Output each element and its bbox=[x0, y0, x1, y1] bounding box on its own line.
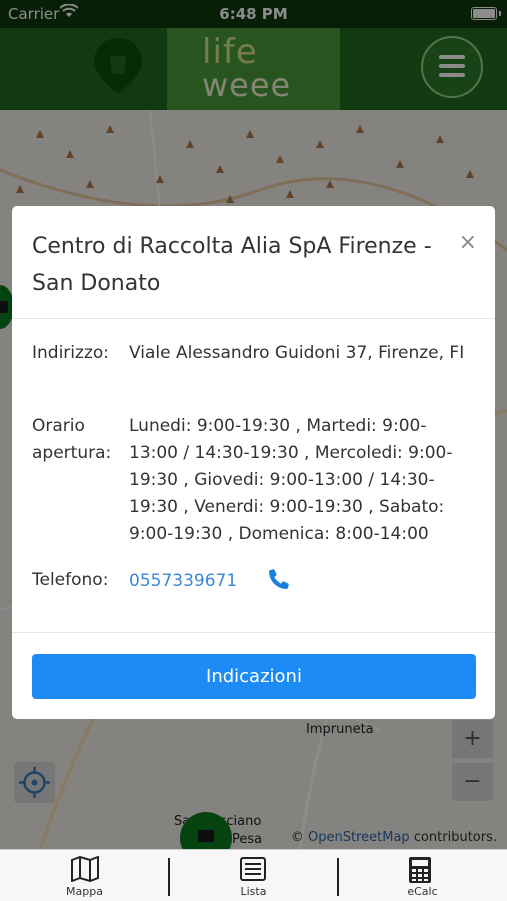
attribution-prefix: © bbox=[290, 830, 304, 845]
map-attribution: © OpenStreetMap contributors. bbox=[291, 830, 497, 845]
status-bar: Carrier 6:48 PM bbox=[0, 0, 507, 28]
battery-tip bbox=[499, 11, 501, 16]
address-label: Indirizzo: bbox=[32, 343, 109, 363]
tab-label: Lista bbox=[240, 885, 267, 898]
crosshair-icon bbox=[19, 767, 50, 798]
place-label-impruneta: Impruneta bbox=[306, 722, 374, 737]
zoom-out-button[interactable]: − bbox=[452, 763, 493, 801]
collection-point-marker[interactable] bbox=[178, 810, 234, 850]
phone-link[interactable]: 0557339671 bbox=[129, 568, 469, 595]
attribution-suffix: contributors. bbox=[413, 830, 497, 845]
map-icon bbox=[71, 856, 99, 882]
hours-label: Orario apertura: bbox=[32, 416, 112, 463]
tab-label: Mappa bbox=[66, 885, 103, 898]
locate-me-button[interactable] bbox=[14, 762, 55, 803]
dialog-title: Centro di Raccolta Alia SpA Firenze - Sa… bbox=[32, 234, 432, 296]
zoom-in-button[interactable]: + bbox=[452, 720, 493, 758]
location-detail-dialog: Centro di Raccolta Alia SpA Firenze - Sa… bbox=[12, 206, 495, 719]
tab-ecalc[interactable]: eCalc bbox=[338, 850, 507, 901]
directions-button[interactable]: Indicazioni bbox=[32, 654, 476, 699]
address-value: Viale Alessandro Guidoni 37, Firenze, FI bbox=[129, 343, 465, 363]
battery-icon bbox=[471, 7, 497, 20]
tab-bar: Mappa Lista eCalc bbox=[0, 849, 507, 901]
app-logo: life weee bbox=[167, 28, 340, 110]
app-header: life weee bbox=[0, 28, 507, 110]
tab-lista[interactable]: Lista bbox=[169, 850, 338, 901]
divider bbox=[12, 318, 495, 319]
clock: 6:48 PM bbox=[219, 5, 288, 23]
logo-text-bottom: weee bbox=[202, 66, 292, 104]
hamburger-icon-bar bbox=[439, 64, 465, 68]
map-pin-icon[interactable] bbox=[92, 36, 144, 96]
menu-button[interactable] bbox=[421, 36, 483, 98]
phone-label: Telefono: bbox=[32, 570, 109, 590]
close-button[interactable]: × bbox=[459, 230, 477, 255]
list-icon bbox=[240, 857, 266, 881]
openstreetmap-link[interactable]: OpenStreetMap bbox=[308, 830, 410, 845]
hamburger-icon-bar bbox=[439, 73, 465, 77]
calculator-icon bbox=[409, 857, 431, 883]
phone-icon[interactable] bbox=[268, 568, 290, 590]
hamburger-icon bbox=[439, 55, 465, 59]
divider bbox=[12, 632, 495, 633]
hours-value: Lunedi: 9:00-19:30 , Martedi: 9:00-13:00… bbox=[129, 416, 453, 544]
place-label-pesa: Pesa bbox=[232, 832, 263, 847]
tab-mappa[interactable]: Mappa bbox=[0, 850, 169, 901]
tab-label: eCalc bbox=[407, 885, 438, 898]
